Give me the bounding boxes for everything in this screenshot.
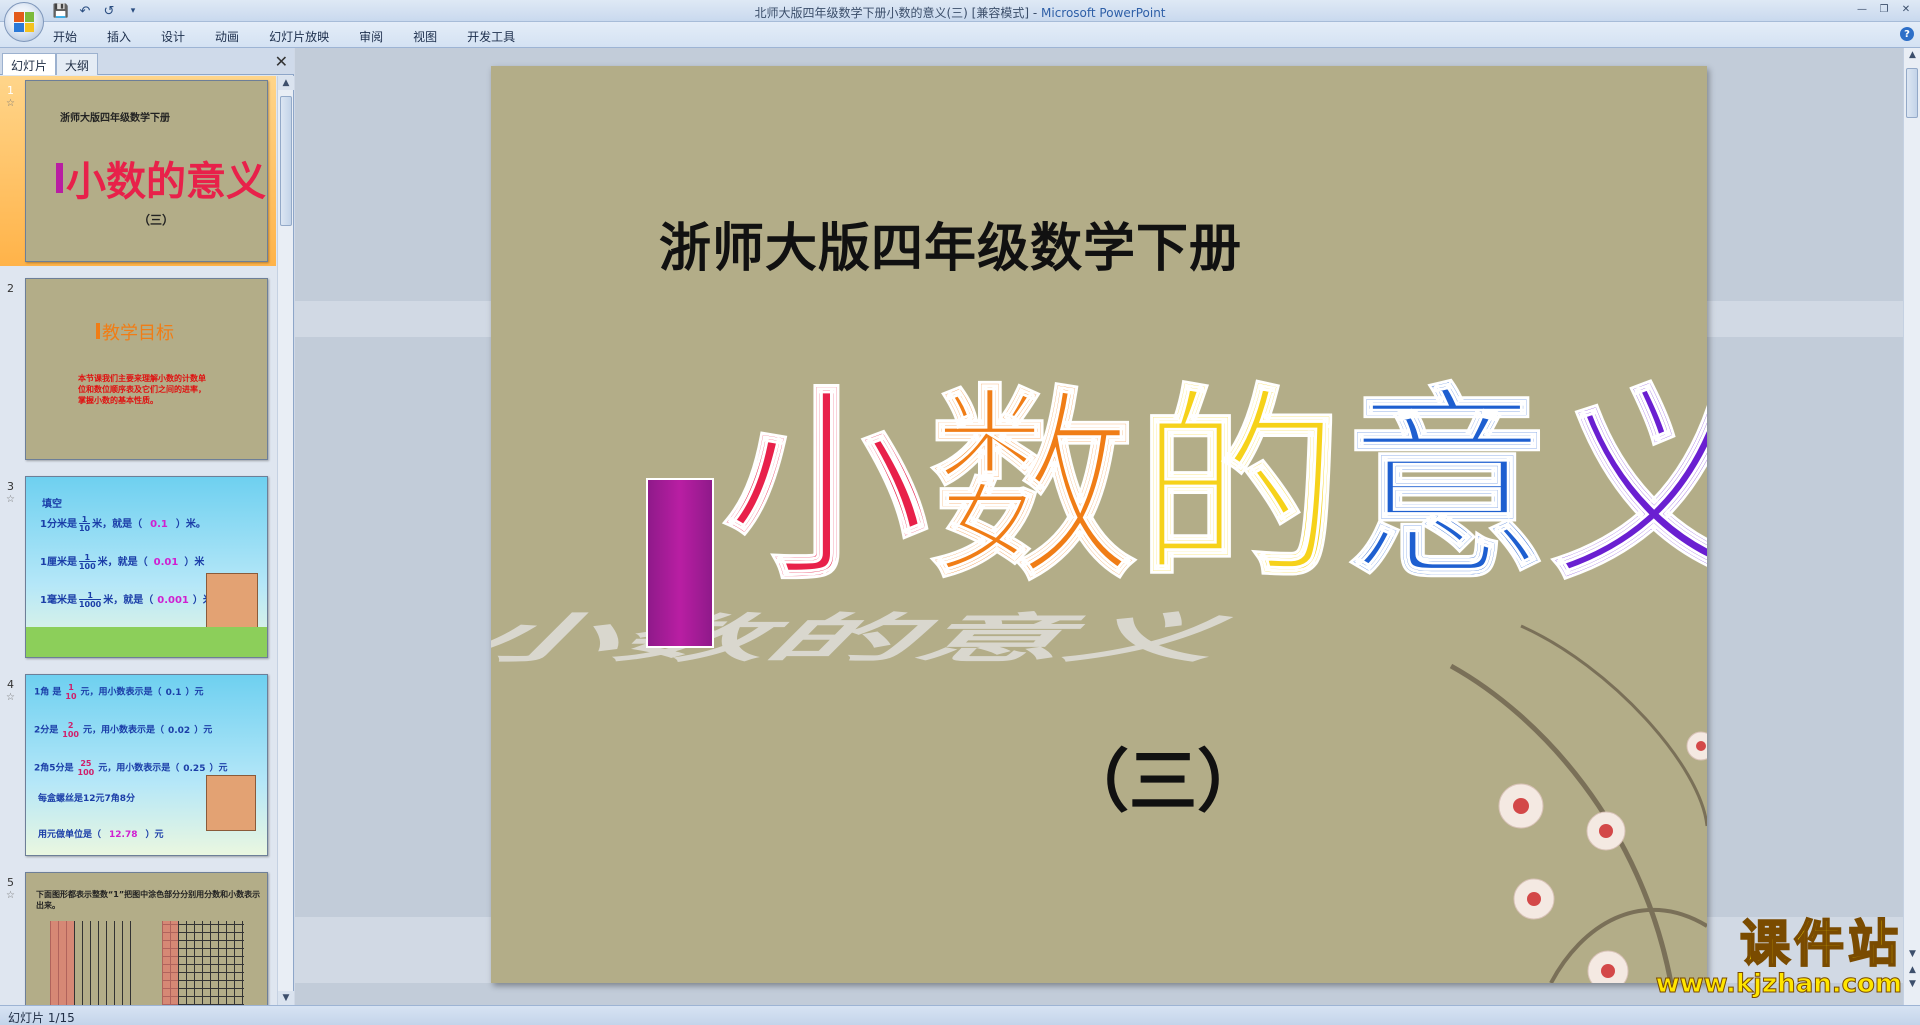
- title-accent-bar: [646, 478, 714, 648]
- tab-insert[interactable]: 插入: [104, 28, 134, 45]
- office-button[interactable]: [4, 2, 44, 42]
- window-controls: — ❐ ✕: [1852, 2, 1916, 16]
- current-slide[interactable]: 浙师大版四年级数学下册 小数的意义 小 数 的 意 义 （三）: [491, 66, 1707, 983]
- thumbnail-number: 2: [7, 282, 14, 295]
- title-char-5: 义: [1550, 369, 1708, 607]
- thumb-grid-left: [50, 921, 132, 1005]
- slide-part-label[interactable]: （三）: [1061, 726, 1265, 825]
- title-char-3: 的: [1136, 369, 1344, 607]
- close-icon[interactable]: ✕: [1896, 2, 1916, 16]
- prev-slide-icon[interactable]: ▲: [1904, 963, 1920, 977]
- thumbnail-number: 5: [7, 876, 14, 889]
- thumbnail-number: 1: [7, 84, 14, 97]
- close-panel-icon[interactable]: ✕: [275, 52, 288, 71]
- title-char-4: 意: [1343, 369, 1551, 607]
- tab-animation[interactable]: 动画: [212, 28, 242, 45]
- thumb-row-4: 每盒螺丝是12元7角8分: [38, 794, 136, 804]
- thumb-row-1: 1角 是 1 10 元，用小数表示是（ 0.1 ）元: [34, 683, 204, 701]
- panel-tab-outline[interactable]: 大纲: [56, 53, 99, 75]
- title-char-2: 数: [929, 369, 1137, 607]
- thumb-subtitle: 浙师大版四年级数学下册: [60, 113, 170, 124]
- thumb-part: （三）: [138, 213, 175, 227]
- title-char-1: 小: [722, 369, 930, 607]
- slide-thumbnail[interactable]: 1角 是 1 10 元，用小数表示是（ 0.1 ）元 2分是 2 100 元，用小数表示是（ 0.…: [25, 674, 268, 856]
- slide-subtitle[interactable]: 浙师大版四年级数学下册: [659, 206, 1242, 281]
- watermark-logo: 课件站 www.kjzhan.com: [1655, 915, 1902, 1000]
- tab-slideshow[interactable]: 幻灯片放映: [266, 28, 332, 45]
- panel-tab-slides[interactable]: 幻灯片: [2, 53, 57, 75]
- slide-counter: 幻灯片 1/15: [8, 1011, 75, 1025]
- next-slide-icon[interactable]: ▼: [1904, 977, 1920, 991]
- thumb-title-bar: [56, 163, 63, 193]
- thumbnail-number: 4: [7, 678, 14, 691]
- minimize-icon[interactable]: —: [1852, 2, 1872, 16]
- thumb-row-5: 用元做单位是（ 12.78 ）元: [38, 830, 164, 840]
- restore-icon[interactable]: ❐: [1874, 2, 1894, 16]
- thumb-row-2: 2分是 2 100 元，用小数表示是（ 0.02 ）元: [34, 721, 213, 739]
- scroll-down-icon[interactable]: ▼: [1904, 947, 1920, 961]
- slide-title[interactable]: 小 数 的 意 义: [722, 369, 1708, 607]
- thumb-heading: 填空: [42, 499, 62, 510]
- thumbnail-scrollbar[interactable]: ▲ ▼: [277, 76, 294, 1005]
- title-shadow: 小数的意义: [491, 608, 1259, 670]
- status-bar: 幻灯片 1/15: [0, 1005, 1920, 1025]
- animation-star-icon: ☆: [6, 890, 15, 901]
- animation-star-icon: ☆: [6, 692, 15, 703]
- slide-thumbnail[interactable]: 教学目标 本节课我们主要来理解小数的计数单位和数位顺序表及它们之间的进率，掌握小…: [25, 278, 268, 460]
- thumbnail-row[interactable]: 5 ☆ 下面图形都表示整数“1”把图中涂色部分分别用分数和小数表示出来。: [0, 868, 276, 1005]
- thumb-grass: [26, 627, 267, 657]
- editor-scrollbar[interactable]: ▲ ▼ ▲ ▼: [1903, 48, 1920, 1005]
- tab-home[interactable]: 开始: [50, 28, 80, 45]
- tab-view[interactable]: 视图: [410, 28, 440, 45]
- thumb-title: 小数的意义: [66, 159, 266, 205]
- slide-thumbnail[interactable]: 浙师大版四年级数学下册 小数的意义 （三）: [25, 80, 268, 262]
- window-title-doc: 北师大版四年级数学下册小数的意义(三) [兼容模式] -: [754, 6, 1041, 20]
- slide-thumbnail[interactable]: 下面图形都表示整数“1”把图中涂色部分分别用分数和小数表示出来。: [25, 872, 268, 1005]
- thumb-line-3: 1毫米是 1 1000 米，就是（ 0.001 ）米: [40, 591, 213, 609]
- thumb-line-2: 1厘米是 1 100 米，就是（ 0.01 ）米: [40, 553, 205, 571]
- tab-design[interactable]: 设计: [158, 28, 188, 45]
- window-title-app: Microsoft PowerPoint: [1041, 6, 1166, 20]
- thumbnail-row[interactable]: 4 ☆ 1角 是 1 10 元，用小数表示是（ 0.1 ）元 2分是 2 100 元，用小数表示…: [0, 670, 276, 860]
- panel-tabs: 幻灯片 大纲 ✕: [0, 48, 294, 75]
- thumb-title: 教学目标: [102, 323, 174, 344]
- slides-panel: 幻灯片 大纲 ✕ 1 ☆ 浙师大版四年级数学下册 小数的意义 （三） 2 教学目…: [0, 48, 294, 1005]
- thumb-grid-right: [162, 921, 244, 1005]
- animation-star-icon: ☆: [6, 494, 15, 505]
- tab-review[interactable]: 审阅: [356, 28, 386, 45]
- thumb-text: 下面图形都表示整数“1”把图中涂色部分分别用分数和小数表示出来。: [36, 890, 261, 910]
- scroll-up-icon[interactable]: ▲: [1904, 48, 1920, 62]
- scroll-down-icon[interactable]: ▼: [278, 991, 294, 1005]
- thumbnail-row[interactable]: 3 ☆ 填空 1分米是 1 10 米，就是（ 0.1 ）米。 1厘米是 1 100 米，就是（ 0…: [0, 472, 276, 662]
- thumb-house-icon: [206, 775, 256, 831]
- thumb-row-3: 2角5分是 25 100 元，用小数表示是（ 0.25 ）元: [34, 759, 228, 777]
- help-icon[interactable]: ?: [1900, 27, 1914, 41]
- window-title: 北师大版四年级数学下册小数的意义(三) [兼容模式] - Microsoft P…: [0, 4, 1920, 21]
- slide-thumbnail[interactable]: 填空 1分米是 1 10 米，就是（ 0.1 ）米。 1厘米是 1 100 米，就是（ 0.01）…: [25, 476, 268, 658]
- thumbnail-row[interactable]: 2 教学目标 本节课我们主要来理解小数的计数单位和数位顺序表及它们之间的进率，掌…: [0, 274, 276, 464]
- slide-editor: 浙师大版四年级数学下册 小数的意义 小 数 的 意 义 （三）: [295, 48, 1903, 1005]
- animation-star-icon: ☆: [6, 98, 15, 109]
- tab-developer[interactable]: 开发工具: [464, 28, 518, 45]
- scroll-up-icon[interactable]: ▲: [278, 76, 294, 90]
- thumb-line-1: 1分米是 1 10 米，就是（ 0.1 ）米。: [40, 515, 206, 533]
- thumbnail-row[interactable]: 1 ☆ 浙师大版四年级数学下册 小数的意义 （三）: [0, 76, 276, 266]
- watermark-title: 课件站: [1739, 915, 1902, 973]
- title-bar: 💾 ↶ ↺ ▾ 北师大版四年级数学下册小数的意义(三) [兼容模式] - Mic…: [0, 0, 1920, 42]
- thumbnail-list: 1 ☆ 浙师大版四年级数学下册 小数的意义 （三） 2 教学目标 本节课我们主要…: [0, 76, 276, 1005]
- scroll-thumb[interactable]: [280, 96, 292, 226]
- thumb-marker: [96, 323, 100, 339]
- thumb-body: 本节课我们主要来理解小数的计数单位和数位顺序表及它们之间的进率，掌握小数的基本性…: [78, 374, 206, 405]
- thumbnail-number: 3: [7, 480, 14, 493]
- thumb-house-icon: [206, 573, 258, 629]
- watermark-url: www.kjzhan.com: [1655, 969, 1902, 1000]
- scroll-thumb[interactable]: [1906, 68, 1918, 118]
- ribbon-tabs: 开始 插入 设计 动画 幻灯片放映 审阅 视图 开发工具 ?: [0, 22, 1920, 48]
- office-logo-icon: [14, 12, 34, 32]
